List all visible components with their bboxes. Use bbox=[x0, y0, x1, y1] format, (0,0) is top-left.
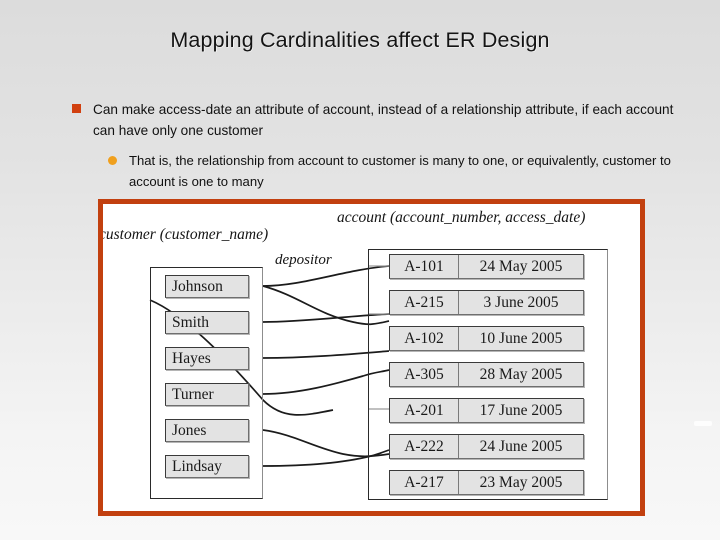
account-number: A-217 bbox=[390, 471, 459, 494]
square-bullet-icon bbox=[72, 104, 81, 113]
customer-value-cell: Jones bbox=[165, 419, 249, 442]
customer-entity-label: customer (customer_name) bbox=[99, 226, 269, 243]
account-access-date: 24 June 2005 bbox=[479, 437, 563, 455]
account-row: A-201 17 June 2005 bbox=[389, 398, 584, 423]
account-row: A-222 24 June 2005 bbox=[389, 434, 584, 459]
customer-value-cell: Johnson bbox=[165, 275, 249, 298]
account-number: A-222 bbox=[390, 435, 459, 458]
account-row: A-217 23 May 2005 bbox=[389, 470, 584, 495]
customer-value-cell: Turner bbox=[165, 383, 249, 406]
round-bullet-icon bbox=[108, 156, 117, 165]
er-diagram-panel: customer (customer_name) account (accoun… bbox=[98, 199, 645, 516]
depositor-relationship-label: depositor bbox=[275, 252, 332, 268]
account-number: A-101 bbox=[390, 255, 459, 278]
account-row: A-102 10 June 2005 bbox=[389, 326, 584, 351]
account-row: A-305 28 May 2005 bbox=[389, 362, 584, 387]
account-number: A-102 bbox=[390, 327, 459, 350]
account-access-date: 24 May 2005 bbox=[479, 257, 563, 275]
account-row: A-101 24 May 2005 bbox=[389, 254, 584, 279]
page-edge-artifact bbox=[694, 421, 712, 426]
customer-value-cell: Smith bbox=[165, 311, 249, 334]
customer-value-cell: Lindsay bbox=[165, 455, 249, 478]
account-access-date: 3 June 2005 bbox=[483, 293, 559, 311]
account-number: A-201 bbox=[390, 399, 459, 422]
customer-value-cell: Hayes bbox=[165, 347, 249, 370]
account-row: A-215 3 June 2005 bbox=[389, 290, 584, 315]
account-access-date: 10 June 2005 bbox=[479, 329, 563, 347]
bullet-item-primary: Can make access-date an attribute of acc… bbox=[72, 99, 680, 141]
bullet-primary-text: Can make access-date an attribute of acc… bbox=[93, 102, 674, 138]
account-number: A-215 bbox=[390, 291, 459, 314]
account-access-date: 17 June 2005 bbox=[479, 401, 563, 419]
account-entity-label: account (account_number, access_date) bbox=[337, 209, 586, 226]
account-access-date: 23 May 2005 bbox=[479, 473, 563, 491]
account-access-date: 28 May 2005 bbox=[479, 365, 563, 383]
account-number: A-305 bbox=[390, 363, 459, 386]
page-title: Mapping Cardinalities affect ER Design bbox=[170, 28, 550, 52]
er-diagram-canvas: customer (customer_name) account (accoun… bbox=[103, 204, 640, 511]
bullet-item-secondary: That is, the relationship from account t… bbox=[108, 151, 688, 192]
bullet-secondary-text: That is, the relationship from account t… bbox=[129, 153, 671, 189]
